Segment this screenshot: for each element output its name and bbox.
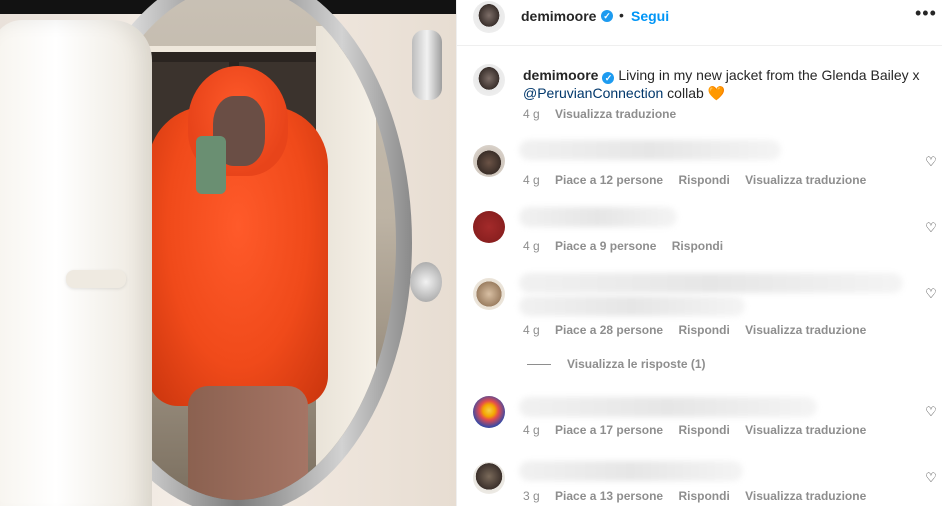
caption: demimoore ✓ Living in my new jacket from … bbox=[523, 66, 933, 102]
reply-button[interactable]: Rispondi bbox=[678, 423, 729, 437]
post-image[interactable] bbox=[0, 0, 456, 506]
blurred-comment-text bbox=[519, 140, 781, 160]
phone bbox=[196, 136, 226, 194]
comment-time: 4 g bbox=[523, 173, 540, 187]
comment-meta: 3 g Piace a 13 persone Rispondi Visualiz… bbox=[523, 489, 878, 503]
orange-heart-emoji: 🧡 bbox=[707, 85, 726, 101]
caption-text-after: collab bbox=[663, 85, 708, 101]
comment-avatar[interactable] bbox=[473, 145, 505, 177]
translate-link[interactable]: Visualizza traduzione bbox=[745, 489, 866, 503]
comment-likes[interactable]: Piace a 13 persone bbox=[555, 489, 663, 503]
comment-time: 3 g bbox=[523, 489, 540, 503]
follow-button[interactable]: Segui bbox=[631, 8, 669, 24]
caption-username[interactable]: demimoore bbox=[523, 67, 598, 83]
heart-outline-icon[interactable]: ♡ bbox=[924, 405, 938, 419]
reply-button[interactable]: Rispondi bbox=[678, 173, 729, 187]
caption-text-before: Living in my new jacket from the Glenda … bbox=[614, 67, 920, 83]
translate-link[interactable]: Visualizza traduzione bbox=[745, 173, 866, 187]
header-username[interactable]: demimoore bbox=[521, 8, 596, 24]
comment-meta: 4 g Piace a 17 persone Rispondi Visualiz… bbox=[523, 423, 878, 437]
comment-time: 4 g bbox=[523, 323, 540, 337]
blurred-comment-text bbox=[519, 207, 677, 227]
comment-avatar[interactable] bbox=[473, 278, 505, 310]
post-header: demimoore ✓ • Segui ••• bbox=[457, 0, 942, 46]
comment-time: 4 g bbox=[523, 239, 540, 253]
verified-badge-icon: ✓ bbox=[601, 10, 613, 22]
heart-outline-icon[interactable]: ♡ bbox=[924, 471, 938, 485]
reply-button[interactable]: Rispondi bbox=[678, 489, 729, 503]
reply-button[interactable]: Rispondi bbox=[678, 323, 729, 337]
replies-divider bbox=[527, 364, 551, 365]
verified-badge-icon: ✓ bbox=[602, 72, 615, 84]
view-replies-button[interactable]: Visualizza le risposte (1) bbox=[567, 357, 706, 371]
comment-meta: 4 g Piace a 12 persone Rispondi Visualiz… bbox=[523, 173, 878, 187]
bathrobe bbox=[0, 20, 152, 506]
bathrobe-belt bbox=[66, 270, 126, 288]
caption-time: 4 g bbox=[523, 107, 540, 121]
caption-meta: 4 g Visualizza traduzione bbox=[523, 107, 688, 121]
separator-dot: • bbox=[619, 7, 624, 23]
wall-sconce bbox=[412, 30, 442, 100]
more-horizontal-icon[interactable]: ••• bbox=[915, 4, 936, 22]
comment-likes[interactable]: Piace a 12 persone bbox=[555, 173, 663, 187]
comment-avatar[interactable] bbox=[473, 396, 505, 428]
heart-outline-icon[interactable]: ♡ bbox=[924, 287, 938, 301]
blurred-comment-text bbox=[519, 296, 745, 316]
blurred-comment-text bbox=[519, 397, 817, 417]
comment-meta: 4 g Piace a 9 persone Rispondi bbox=[523, 239, 735, 253]
avatar[interactable] bbox=[473, 1, 505, 33]
caption-avatar[interactable] bbox=[473, 64, 505, 96]
heart-outline-icon[interactable]: ♡ bbox=[924, 155, 938, 169]
comment-likes[interactable]: Piace a 28 persone bbox=[555, 323, 663, 337]
legs bbox=[188, 386, 308, 500]
blurred-comment-text bbox=[519, 273, 903, 293]
translate-link[interactable]: Visualizza traduzione bbox=[745, 323, 866, 337]
comment-likes[interactable]: Piace a 17 persone bbox=[555, 423, 663, 437]
heart-outline-icon[interactable]: ♡ bbox=[924, 221, 938, 235]
translate-link[interactable]: Visualizza traduzione bbox=[745, 423, 866, 437]
comment-likes[interactable]: Piace a 9 persone bbox=[555, 239, 656, 253]
caption-translate-link[interactable]: Visualizza traduzione bbox=[555, 107, 676, 121]
comment-avatar[interactable] bbox=[473, 211, 505, 243]
caption-mention[interactable]: @PeruvianConnection bbox=[523, 85, 663, 101]
reply-button[interactable]: Rispondi bbox=[672, 239, 723, 253]
comment-time: 4 g bbox=[523, 423, 540, 437]
blurred-comment-text bbox=[519, 461, 743, 481]
comment-avatar[interactable] bbox=[473, 462, 505, 494]
comment-meta: 4 g Piace a 28 persone Rispondi Visualiz… bbox=[523, 323, 878, 337]
comments-panel: demimoore ✓ • Segui ••• demimoore ✓ Livin… bbox=[456, 0, 942, 506]
door-knob bbox=[410, 262, 442, 302]
